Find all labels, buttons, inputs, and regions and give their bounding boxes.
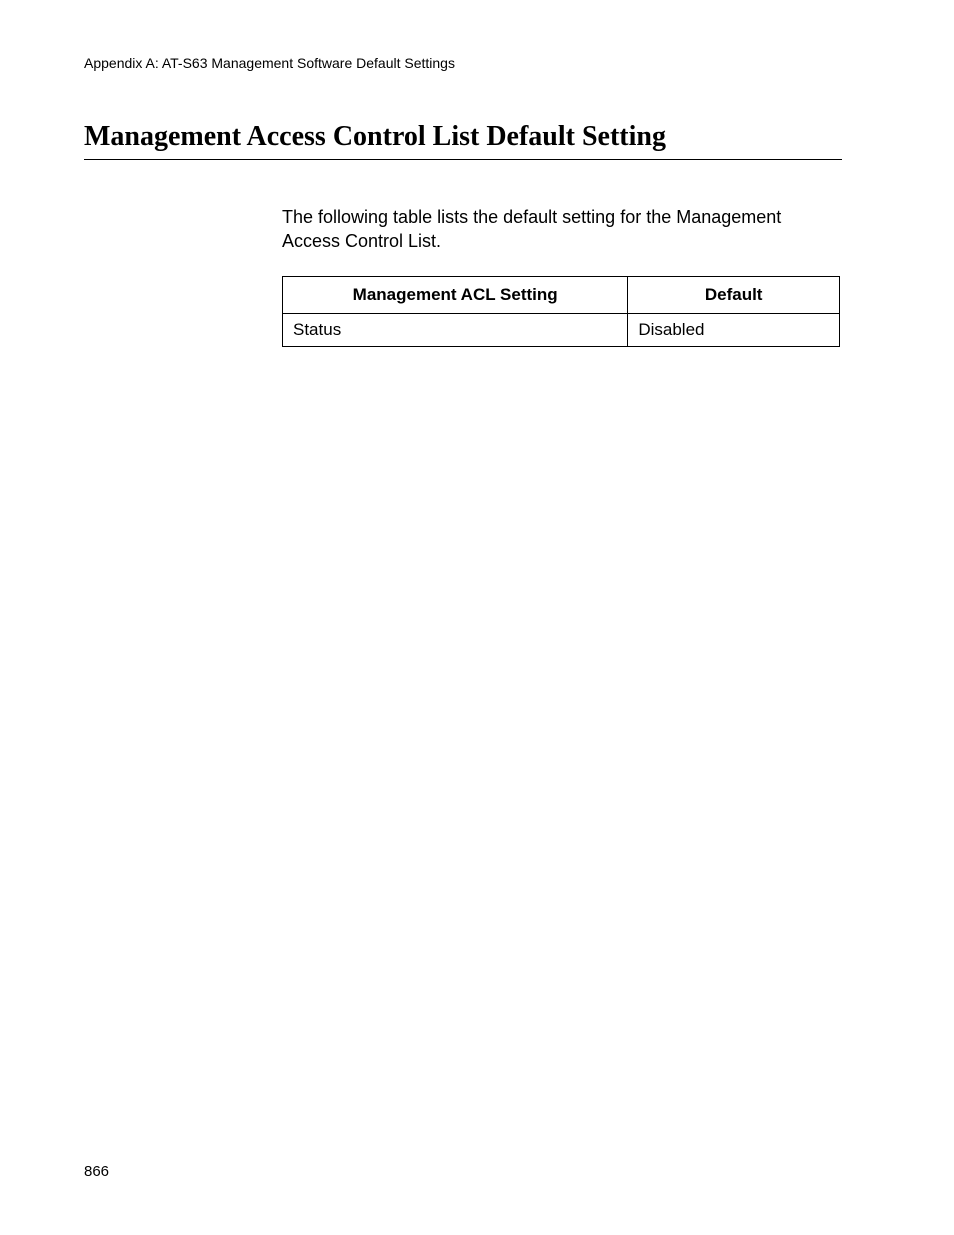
page-number: 866	[84, 1163, 109, 1180]
table-header-setting: Management ACL Setting	[283, 276, 628, 313]
table-row: Status Disabled	[283, 313, 840, 346]
table-header-row: Management ACL Setting Default	[283, 276, 840, 313]
table-header-default: Default	[628, 276, 840, 313]
table-cell-default: Disabled	[628, 313, 840, 346]
page-title: Management Access Control List Default S…	[84, 121, 842, 160]
page-header-breadcrumb: Appendix A: AT-S63 Management Software D…	[84, 55, 842, 71]
table-cell-setting: Status	[283, 313, 628, 346]
intro-paragraph: The following table lists the default se…	[282, 205, 842, 254]
settings-table: Management ACL Setting Default Status Di…	[282, 276, 840, 347]
content-area: The following table lists the default se…	[282, 205, 842, 347]
